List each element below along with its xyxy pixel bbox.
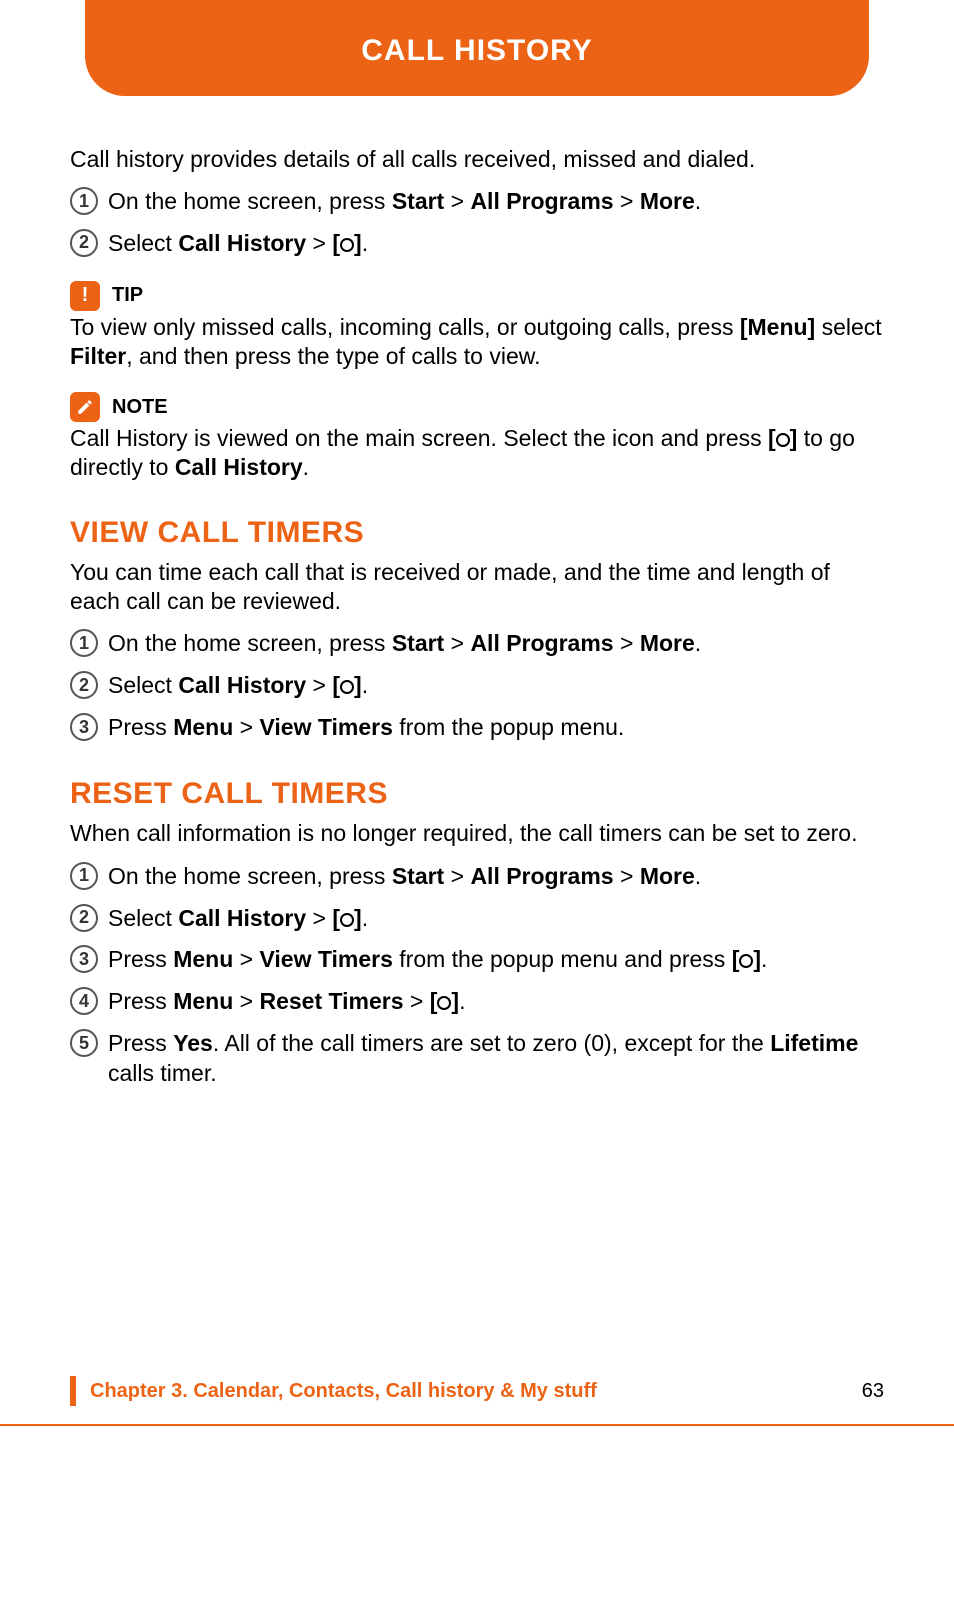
tip-callout: ! TIP To view only missed calls, incomin… <box>70 281 884 371</box>
step: 2 Select Call History > []. <box>70 904 884 934</box>
bold-text: Menu <box>173 988 233 1014</box>
bold-text: ] <box>451 988 459 1014</box>
bold-text: More <box>640 863 695 889</box>
bold-text: Call History <box>178 672 306 698</box>
bold-text: [ <box>332 905 340 931</box>
bold-text: [ <box>332 230 340 256</box>
step: 2 Select Call History > []. <box>70 671 884 701</box>
step-number: 5 <box>70 1029 98 1057</box>
step-number: 3 <box>70 713 98 741</box>
bold-text: Call History <box>178 905 306 931</box>
section-heading: RESET CALL TIMERS <box>70 777 884 811</box>
footer-divider <box>0 1424 954 1426</box>
step-text: Press Yes. All of the call timers are se… <box>108 1029 884 1089</box>
step-text: Press Menu > View Timers from the popup … <box>108 945 884 975</box>
footer-page-number: 63 <box>862 1380 884 1403</box>
section-intro: You can time each call that is received … <box>70 558 884 616</box>
bold-text: Filter <box>70 343 126 369</box>
bold-text: Lifetime <box>770 1030 858 1056</box>
bold-text: Menu <box>173 946 233 972</box>
bold-text: Start <box>392 630 444 656</box>
note-callout: NOTE Call History is viewed on the main … <box>70 392 884 482</box>
step-number: 2 <box>70 229 98 257</box>
step: 2 Select Call History > []. <box>70 229 884 259</box>
step-number: 1 <box>70 629 98 657</box>
bold-text: All Programs <box>470 188 613 214</box>
step-text: On the home screen, press Start > All Pr… <box>108 629 884 659</box>
exclamation-icon: ! <box>70 281 100 311</box>
section-heading: VIEW CALL TIMERS <box>70 516 884 550</box>
bold-text: View Timers <box>259 714 392 740</box>
ok-circle-icon <box>340 913 354 927</box>
step: 1 On the home screen, press Start > All P… <box>70 629 884 659</box>
bold-text: [ <box>430 988 438 1014</box>
footer-inner: Chapter 3. Calendar, Contacts, Call hist… <box>70 1376 884 1406</box>
bold-text: [Menu] <box>740 314 815 340</box>
step-text: On the home screen, press Start > All Pr… <box>108 187 884 217</box>
bold-text: ] <box>354 230 362 256</box>
ok-circle-icon <box>776 433 790 447</box>
initial-steps: 1 On the home screen, press Start > All P… <box>70 187 884 259</box>
step-number: 3 <box>70 945 98 973</box>
bold-text: View Timers <box>259 946 392 972</box>
ok-circle-icon <box>739 954 753 968</box>
section-steps: 1 On the home screen, press Start > All P… <box>70 629 884 743</box>
step: 5 Press Yes. All of the call timers are s… <box>70 1029 884 1089</box>
intro-paragraph: Call history provides details of all cal… <box>70 146 884 173</box>
content-area: Call history provides details of all cal… <box>0 96 954 1089</box>
bold-text: Start <box>392 188 444 214</box>
bold-text: ] <box>354 672 362 698</box>
bold-text: [ <box>732 946 740 972</box>
bold-text: ] <box>753 946 761 972</box>
step-text: On the home screen, press Start > All Pr… <box>108 862 884 892</box>
bold-text: Call History <box>175 454 303 480</box>
step: 1 On the home screen, press Start > All P… <box>70 187 884 217</box>
step-number: 1 <box>70 187 98 215</box>
step: 4 Press Menu > Reset Timers > []. <box>70 987 884 1017</box>
bold-text: Menu <box>173 714 233 740</box>
step-number: 4 <box>70 987 98 1015</box>
bold-text: [ <box>768 425 776 451</box>
tip-label: TIP <box>112 284 143 307</box>
step-text: Select Call History > []. <box>108 229 884 259</box>
section-steps: 1 On the home screen, press Start > All P… <box>70 862 884 1089</box>
note-header: NOTE <box>70 392 884 422</box>
bold-text: [ <box>332 672 340 698</box>
bold-text: More <box>640 630 695 656</box>
note-label: NOTE <box>112 396 168 419</box>
tip-body: To view only missed calls, incoming call… <box>70 313 884 371</box>
bold-text: Start <box>392 863 444 889</box>
step-number: 1 <box>70 862 98 890</box>
footer-chapter-label: Chapter 3. Calendar, Contacts, Call hist… <box>90 1380 597 1403</box>
step: 1 On the home screen, press Start > All P… <box>70 862 884 892</box>
step-number: 2 <box>70 904 98 932</box>
bold-text: All Programs <box>470 630 613 656</box>
ok-circle-icon <box>340 680 354 694</box>
bold-text: Call History <box>178 230 306 256</box>
bold-text: Yes <box>173 1030 213 1056</box>
ok-circle-icon <box>340 238 354 252</box>
step: 3 Press Menu > View Timers from the popup… <box>70 713 884 743</box>
step-text: Select Call History > []. <box>108 671 884 701</box>
tip-header: ! TIP <box>70 281 884 311</box>
page: CALL HISTORY Call history provides detai… <box>0 0 954 1622</box>
page-footer: Chapter 3. Calendar, Contacts, Call hist… <box>0 1376 954 1406</box>
pencil-icon <box>70 392 100 422</box>
bold-text: More <box>640 188 695 214</box>
step-text: Press Menu > Reset Timers > []. <box>108 987 884 1017</box>
step-text: Press Menu > View Timers from the popup … <box>108 713 884 743</box>
bold-text: ] <box>790 425 798 451</box>
ok-circle-icon <box>437 996 451 1010</box>
page-title-banner: CALL HISTORY <box>85 0 869 96</box>
bold-text: ] <box>354 905 362 931</box>
bold-text: All Programs <box>470 863 613 889</box>
step-text: Select Call History > []. <box>108 904 884 934</box>
bold-text: Reset Timers <box>259 988 403 1014</box>
step-number: 2 <box>70 671 98 699</box>
page-title: CALL HISTORY <box>361 34 592 67</box>
step: 3 Press Menu > View Timers from the popup… <box>70 945 884 975</box>
note-body: Call History is viewed on the main scree… <box>70 424 884 482</box>
section-intro: When call information is no longer requi… <box>70 819 884 848</box>
